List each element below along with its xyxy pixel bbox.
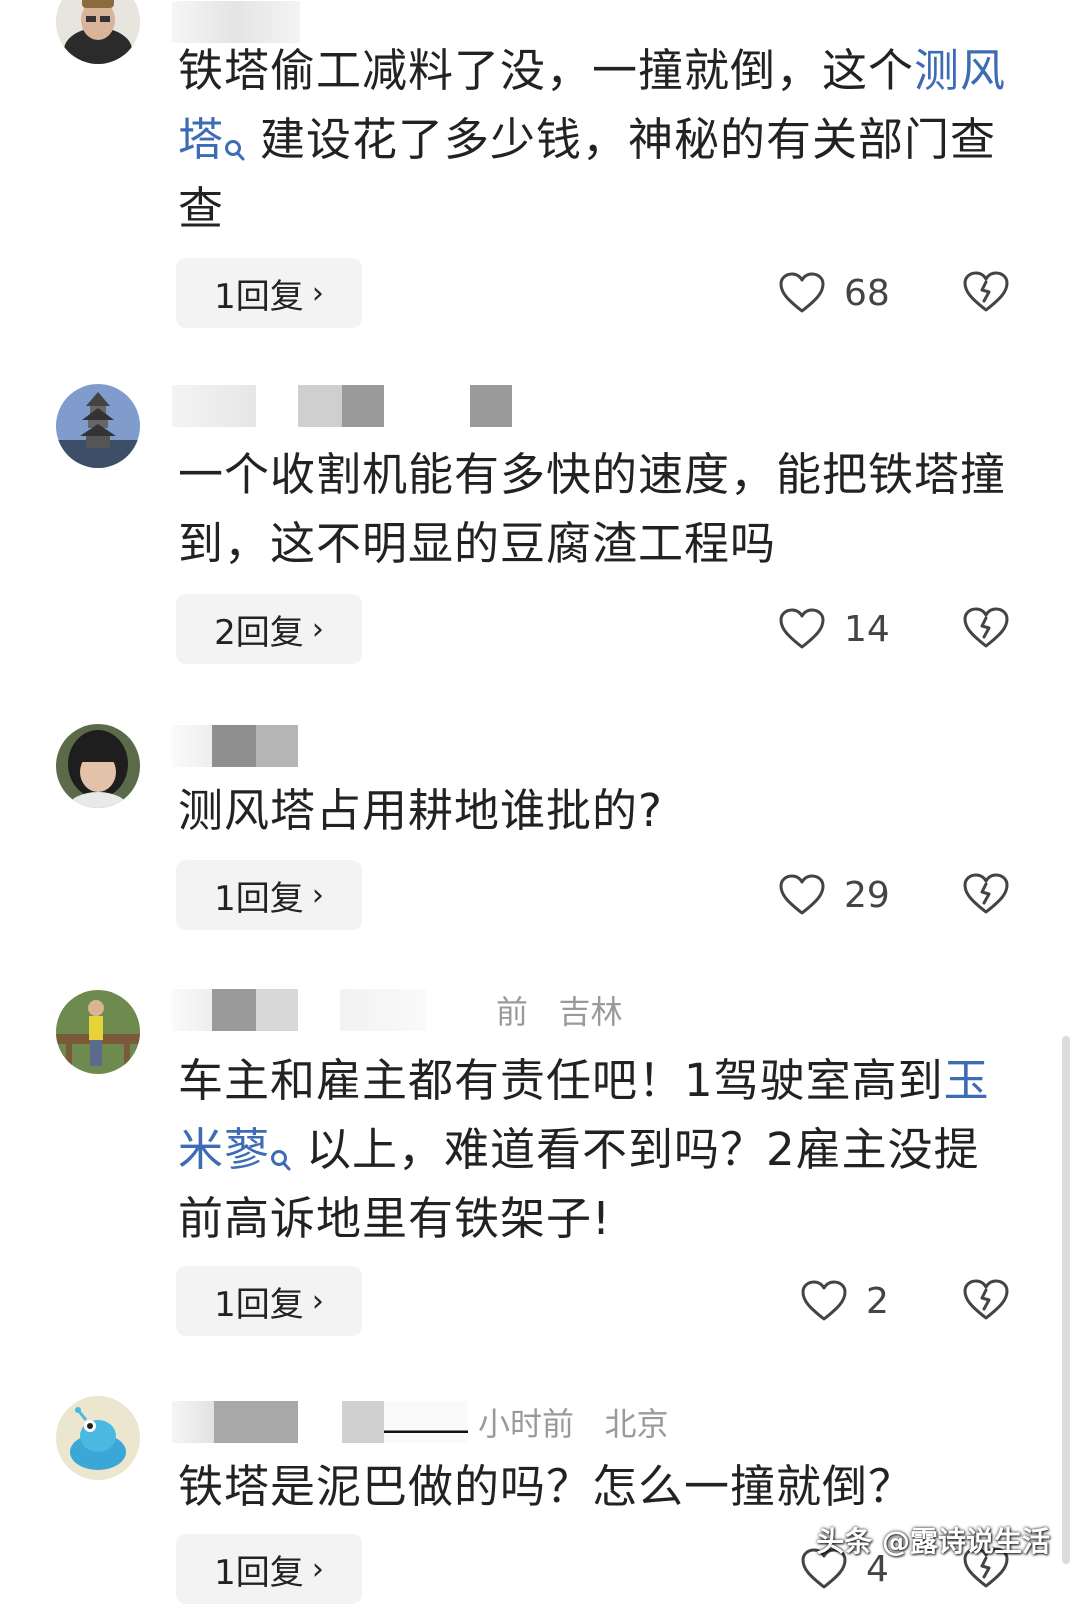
redacted-username xyxy=(342,1401,384,1443)
comment-text: 铁塔偷工减料了没，一撞就倒，这个测风塔 建设花了多少钱，神秘的有关部门查查 xyxy=(178,44,1007,235)
replies-label: 1回复 xyxy=(214,1284,304,1325)
like-count: 2 xyxy=(866,1280,889,1322)
redacted-username xyxy=(172,725,212,767)
user-avatar[interactable] xyxy=(56,0,140,64)
redacted-username xyxy=(384,1401,468,1443)
like-button[interactable]: 68 xyxy=(778,258,890,328)
chevron-right-icon: › xyxy=(311,1551,324,1587)
redacted-username xyxy=(212,725,256,767)
like-button[interactable]: 29 xyxy=(778,860,890,930)
redacted-username xyxy=(172,385,256,427)
redacted-username xyxy=(256,725,298,767)
watermark: 头条 @露诗说生活 xyxy=(816,1525,1050,1558)
search-icon[interactable] xyxy=(270,1123,292,1171)
comment-text: 铁塔是泥巴做的吗？怎么一撞就倒？ xyxy=(178,1460,915,1513)
redacted-username xyxy=(214,1401,298,1443)
chevron-right-icon: › xyxy=(311,877,324,913)
redacted-username xyxy=(340,989,426,1031)
like-count: 68 xyxy=(844,272,890,314)
heart-outline-icon xyxy=(779,874,825,915)
replies-button[interactable]: 1回复 › xyxy=(176,1534,362,1604)
chevron-right-icon: › xyxy=(311,611,324,647)
like-count: 29 xyxy=(844,874,890,916)
user-avatar[interactable] xyxy=(56,1396,140,1480)
user-avatar[interactable] xyxy=(56,724,140,808)
comment-meta: 前 吉林 xyxy=(172,988,623,1032)
replies-button[interactable]: 1回复 › xyxy=(176,1266,362,1336)
comment-text: 一个收割机能有多快的速度，能把铁塔撞到，这不明显的豆腐渣工程吗 xyxy=(178,448,1007,570)
comment-meta xyxy=(172,724,298,768)
replies-label: 1回复 xyxy=(214,878,304,919)
scrollbar[interactable] xyxy=(1062,1036,1070,1564)
broken-heart-icon xyxy=(963,271,1009,312)
chevron-right-icon: › xyxy=(311,275,324,311)
heart-outline-icon xyxy=(801,1280,847,1321)
user-avatar[interactable] xyxy=(56,990,140,1074)
redacted-username xyxy=(256,989,298,1031)
dislike-button[interactable] xyxy=(962,870,1010,918)
replies-button[interactable]: 1回复 › xyxy=(176,258,362,328)
broken-heart-icon xyxy=(963,607,1009,648)
like-button[interactable]: 14 xyxy=(778,594,890,664)
comment-text: 测风塔占用耕地谁批的? xyxy=(178,784,663,837)
replies-button[interactable]: 2回复 › xyxy=(176,594,362,664)
chevron-right-icon: › xyxy=(311,1283,324,1319)
redacted-username xyxy=(298,385,342,427)
comment-time-location: 前 吉林 xyxy=(496,993,623,1031)
broken-heart-icon xyxy=(963,1279,1009,1320)
dislike-button[interactable] xyxy=(962,268,1010,316)
search-icon[interactable] xyxy=(224,113,246,161)
comment-meta: 小时前 北京 xyxy=(172,1400,669,1444)
broken-heart-icon xyxy=(963,873,1009,914)
redacted-username xyxy=(470,385,512,427)
replies-label: 2回复 xyxy=(214,612,304,653)
comment-meta xyxy=(172,384,512,428)
replies-label: 1回复 xyxy=(214,276,304,317)
dislike-button[interactable] xyxy=(962,1276,1010,1324)
redacted-username xyxy=(212,989,256,1031)
heart-outline-icon xyxy=(779,608,825,649)
like-button[interactable]: 2 xyxy=(800,1266,889,1336)
like-count: 14 xyxy=(844,608,890,650)
redacted-username xyxy=(172,1401,214,1443)
heart-outline-icon xyxy=(779,272,825,313)
comment-time-location: 小时前 北京 xyxy=(478,1405,669,1443)
user-avatar[interactable] xyxy=(56,384,140,468)
comment-text: 车主和雇主都有责任吧！1驾驶室高到玉米蓼 以上，难道看不到吗？2雇主没提前高诉地里… xyxy=(178,1054,990,1245)
replies-label: 1回复 xyxy=(214,1552,304,1593)
redacted-username xyxy=(342,385,384,427)
replies-button[interactable]: 1回复 › xyxy=(176,860,362,930)
redacted-username xyxy=(172,989,212,1031)
dislike-button[interactable] xyxy=(962,604,1010,652)
